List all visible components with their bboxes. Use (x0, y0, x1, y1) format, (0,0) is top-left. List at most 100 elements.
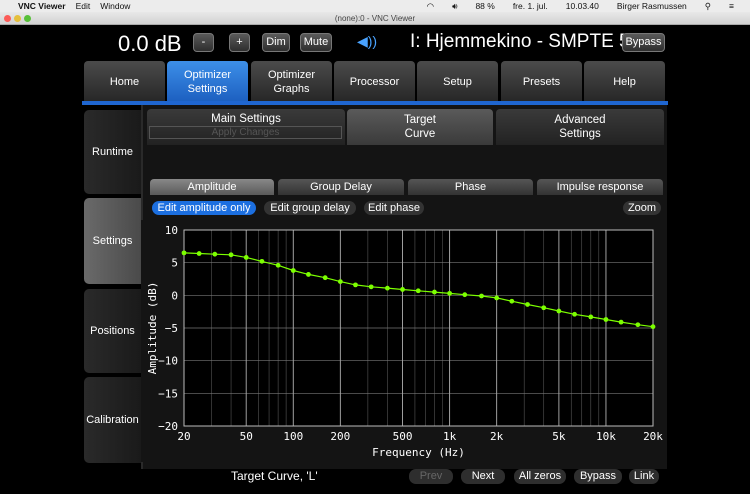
data-point (228, 252, 234, 258)
subtab-target-label: Target Curve (404, 114, 436, 140)
data-point (588, 314, 594, 320)
nav-tab-help[interactable]: Help (584, 61, 665, 102)
subtab-main-label: Main Settings (211, 113, 281, 125)
x-tick-label: 100 (283, 430, 303, 443)
data-point (290, 268, 296, 273)
data-point (196, 251, 202, 256)
y-tick-label: −15 (158, 387, 178, 400)
user-label[interactable]: Birger Rasmussen (617, 1, 687, 11)
link-button[interactable]: Link (629, 469, 659, 484)
nav-tab-optimizer-graphs[interactable]: Optimizer Graphs (251, 61, 332, 102)
zoom-button[interactable]: Zoom (623, 201, 661, 215)
app-area: 0.0 dB - + Dim Mute ◀︎)) I: Hjemmekino -… (0, 25, 750, 484)
speaker-icon[interactable]: ◀︎)) (357, 33, 377, 50)
data-point (337, 279, 343, 285)
close-window-button[interactable] (4, 15, 11, 22)
x-tick-label: 10k (596, 430, 616, 443)
tab-impulse-response[interactable]: Impulse response (537, 179, 663, 195)
data-point (494, 295, 500, 301)
volume-icon[interactable]: 🔊︎ (452, 1, 457, 12)
mac-menubar: VNC Viewer Edit Window ◠ 🔊︎ 88 % fre. 1.… (0, 0, 750, 12)
time-label: 10.03.40 (565, 1, 599, 11)
bypass-bottom-button[interactable]: Bypass (574, 469, 622, 484)
y-tick-label: 10 (165, 224, 178, 237)
data-point (541, 305, 547, 311)
menu-window[interactable]: Window (100, 1, 130, 11)
date-label: fre. 1. jul. (512, 1, 548, 11)
nav-tab-processor[interactable]: Processor (334, 61, 415, 102)
tab-phase[interactable]: Phase (408, 179, 533, 195)
tab-group-delay[interactable]: Group Delay (278, 179, 404, 195)
x-tick-label: 50 (240, 430, 253, 443)
y-tick-label: 0 (171, 289, 178, 302)
mute-button[interactable]: Mute (300, 33, 332, 52)
y-tick-label: −10 (158, 355, 178, 368)
list-icon[interactable]: ≡ (729, 1, 734, 11)
x-axis-label: Frequency (Hz) (372, 446, 465, 459)
data-point (259, 258, 265, 264)
subtab-advanced-label: Advanced Settings (554, 114, 606, 140)
tab-amplitude[interactable]: Amplitude (150, 179, 274, 195)
data-point (415, 288, 421, 294)
menu-app-name[interactable]: VNC Viewer (18, 1, 66, 11)
data-point (432, 289, 437, 295)
side-tab-settings[interactable]: Settings (84, 198, 141, 284)
x-tick-label: 2k (490, 430, 504, 443)
side-tab-positions[interactable]: Positions (84, 289, 141, 373)
amplitude-chart[interactable]: 1050−5−10−15−2020 50 100 200 500 1k 2k 5k 10k 20k… (141, 220, 667, 462)
data-point (212, 251, 218, 257)
data-point (556, 308, 562, 314)
x-tick-label: 1k (443, 430, 457, 443)
menu-edit[interactable]: Edit (76, 1, 91, 11)
edit-phase-button[interactable]: Edit phase (364, 201, 424, 215)
apply-changes-button[interactable]: Apply Changes (149, 126, 342, 139)
status-label: Target Curve, 'L' (231, 469, 318, 483)
window-titlebar: (none):0 - VNC Viewer (0, 12, 750, 25)
data-point (618, 319, 624, 325)
zoom-window-button[interactable] (24, 15, 31, 22)
subtab-advanced-settings[interactable]: Advanced Settings (496, 109, 664, 145)
x-tick-label: 200 (330, 430, 350, 443)
wifi-icon[interactable]: ◠ (427, 1, 434, 12)
minimize-window-button[interactable] (14, 15, 21, 22)
dim-button[interactable]: Dim (262, 33, 290, 52)
volume-up-button[interactable]: + (229, 33, 250, 52)
data-point (447, 290, 453, 296)
right-blank (668, 105, 750, 469)
search-icon[interactable]: ⚲ (705, 1, 711, 12)
status-bar: Target Curve, 'L' Prev Next All zeros By… (141, 466, 667, 494)
data-point (650, 324, 656, 330)
data-point (572, 311, 577, 317)
bypass-top-button[interactable]: Bypass (622, 33, 665, 52)
battery-label[interactable]: 88 % (475, 1, 494, 11)
data-point (462, 292, 468, 298)
next-button[interactable]: Next (461, 469, 505, 484)
volume-down-button[interactable]: - (193, 33, 214, 52)
nav-tab-label: Optimizer Settings (183, 68, 232, 95)
side-tab-calibration[interactable]: Calibration (84, 377, 141, 463)
edit-amplitude-button[interactable]: Edit amplitude only (152, 201, 256, 215)
data-point (275, 262, 281, 268)
y-tick-label: −5 (165, 322, 178, 335)
data-point (635, 322, 641, 328)
all-zeros-button[interactable]: All zeros (514, 469, 566, 484)
edit-group-delay-button[interactable]: Edit group delay (264, 201, 356, 215)
side-tab-runtime[interactable]: Runtime (84, 110, 141, 194)
data-point (322, 275, 328, 281)
data-point (243, 255, 249, 260)
nav-tab-setup[interactable]: Setup (417, 61, 498, 102)
data-point (368, 284, 374, 290)
nav-tab-label: Optimizer Graphs (267, 68, 316, 95)
level-display: 0.0 dB (118, 31, 182, 56)
nav-tab-presets[interactable]: Presets (501, 61, 582, 102)
y-tick-label: −20 (158, 420, 178, 433)
main-nav: Home Optimizer Settings Optimizer Graphs… (0, 59, 750, 105)
data-point (509, 298, 515, 304)
data-point (306, 272, 311, 277)
nav-tab-optimizer-settings[interactable]: Optimizer Settings (167, 61, 248, 102)
nav-tab-home[interactable]: Home (84, 61, 165, 102)
prev-button[interactable]: Prev (409, 469, 453, 484)
subtab-target-curve[interactable]: Target Curve (347, 109, 493, 145)
data-point (181, 250, 187, 256)
data-point (353, 282, 358, 288)
